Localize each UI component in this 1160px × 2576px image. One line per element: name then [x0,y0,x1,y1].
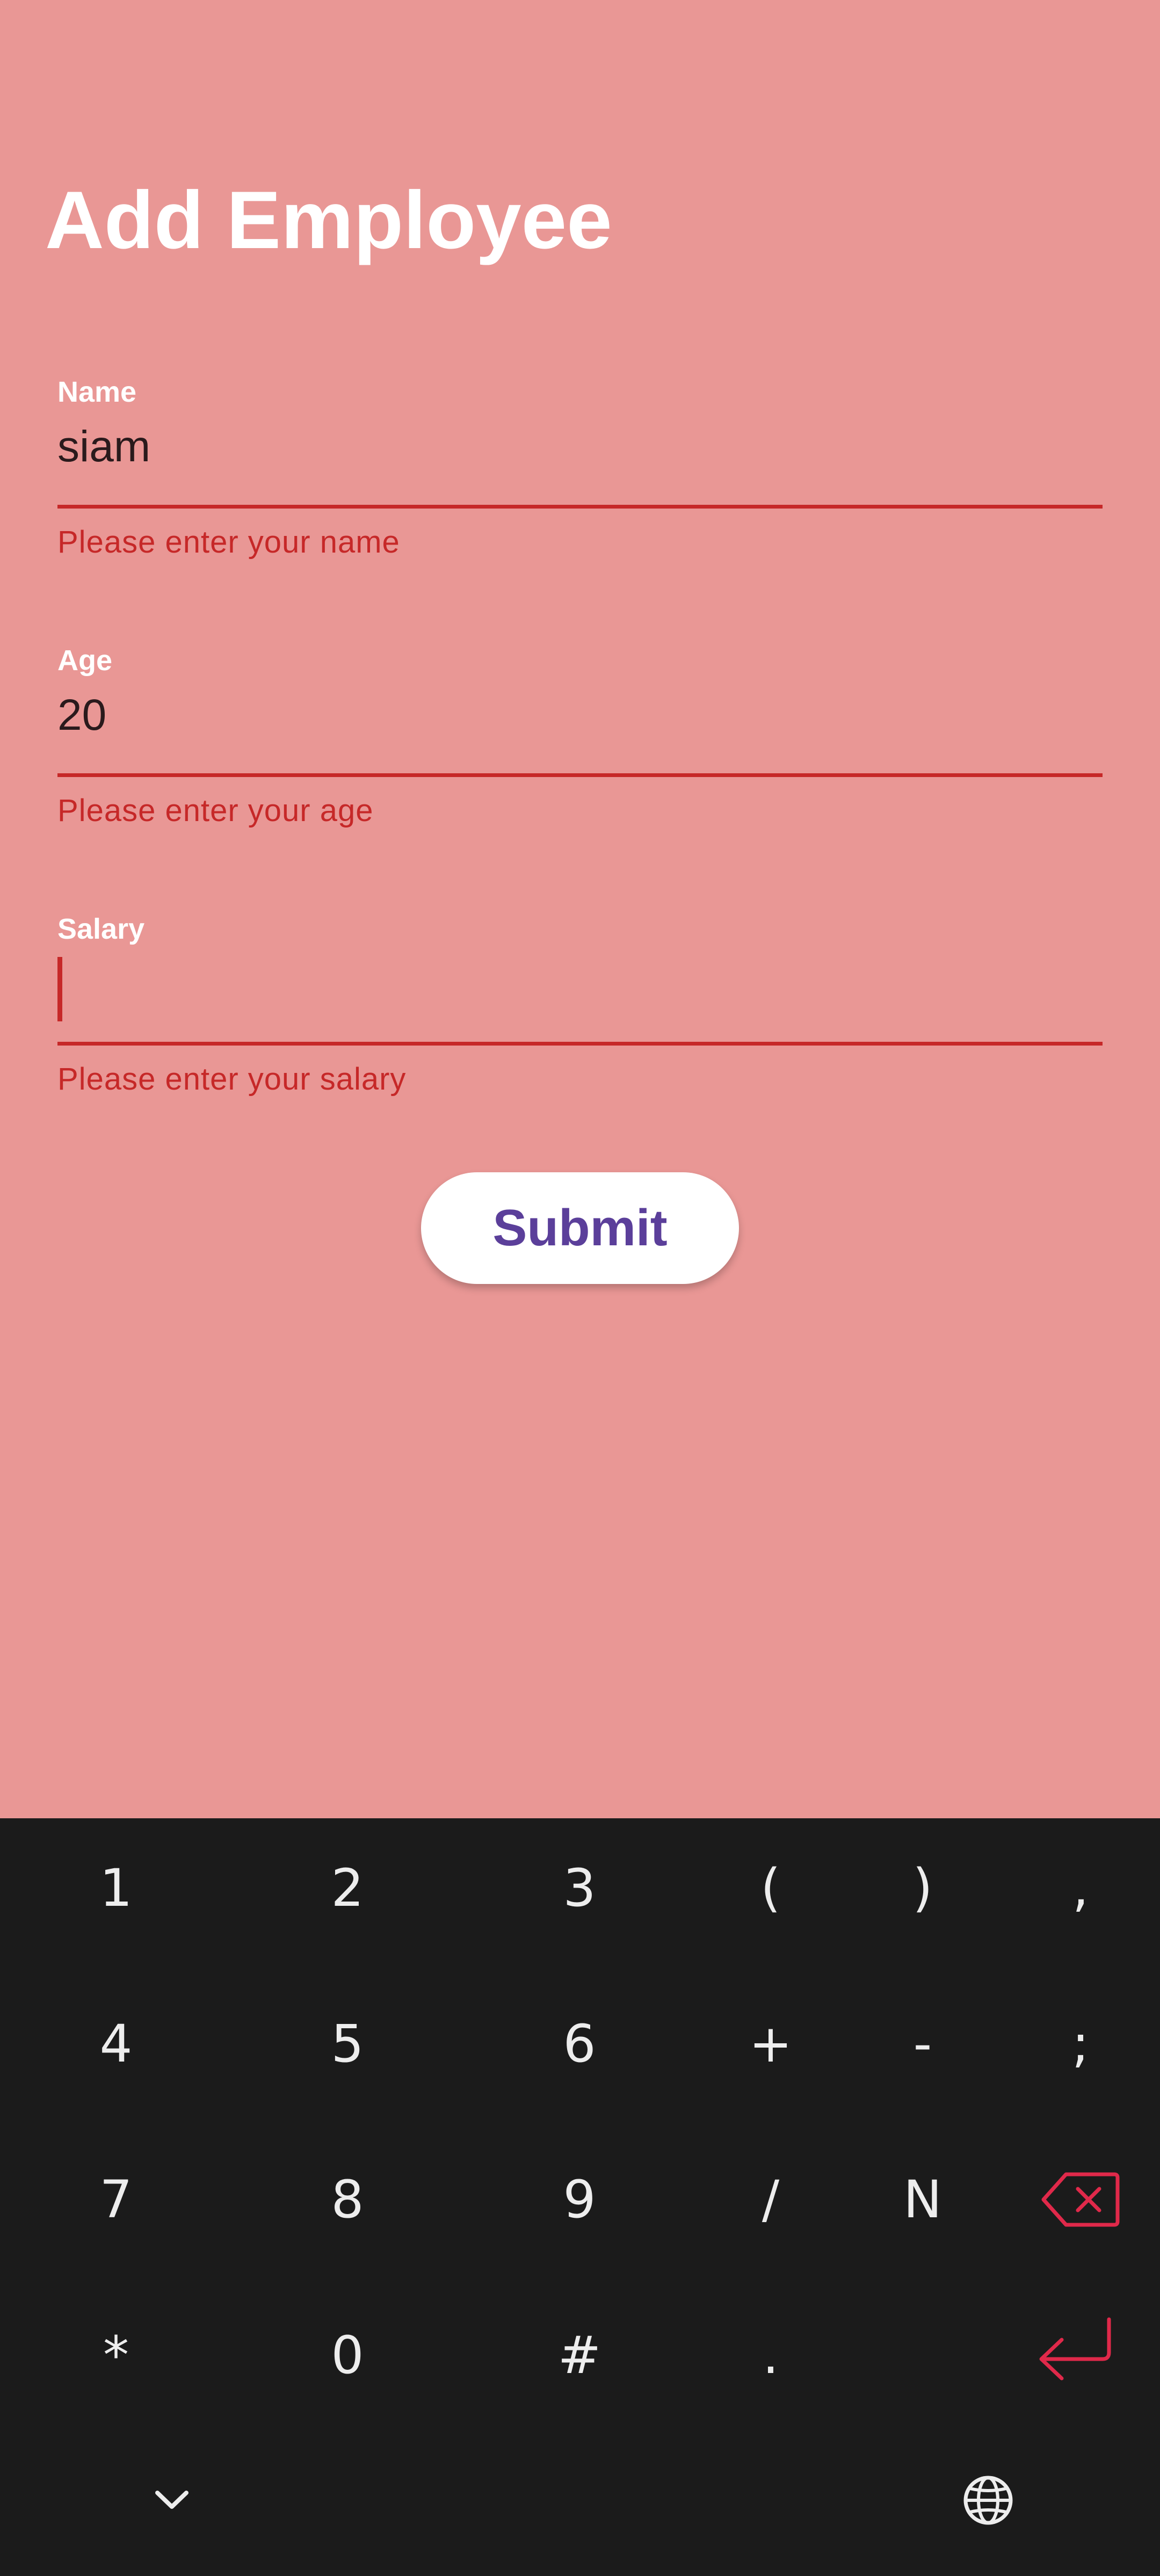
globe-icon [963,2476,1013,2525]
text-cursor [57,957,62,1021]
age-field[interactable]: Age 20 Please enter your age [57,644,1103,838]
page-title: Add Employee [45,175,612,266]
key-asterisk[interactable]: * [46,2285,186,2425]
key-6[interactable]: 6 [510,1974,649,2114]
enter-key[interactable] [1005,2280,1145,2420]
key-3[interactable]: 3 [510,1818,649,1958]
key-4[interactable]: 4 [46,1974,186,2114]
key-comma[interactable]: , [1011,1818,1150,1958]
age-input[interactable]: 20 [57,688,106,742]
key-period[interactable]: . [701,2285,840,2425]
salary-underline [57,1042,1103,1046]
age-error-text: Please enter your age [57,793,374,828]
key-1[interactable]: 1 [46,1818,186,1958]
key-minus[interactable]: - [853,1974,992,2114]
key-n[interactable]: N [853,2130,992,2269]
salary-error-text: Please enter your salary [57,1062,407,1097]
salary-field[interactable]: Salary Please enter your salary [57,913,1103,1106]
numeric-keyboard: 1 2 3 ( ) , 4 5 6 + - ; 7 8 9 / N * 0 # … [0,1818,1160,2576]
backspace-icon [1041,2172,1120,2227]
hide-keyboard-button[interactable] [102,2439,242,2562]
backspace-key[interactable] [1011,2130,1150,2269]
age-underline [57,773,1103,777]
key-semicolon[interactable]: ; [1011,1974,1150,2114]
key-open-paren[interactable]: ( [701,1818,840,1958]
name-error-text: Please enter your name [57,525,400,560]
name-field-label: Name [57,376,137,408]
name-input[interactable]: siam [57,420,150,474]
key-8[interactable]: 8 [278,2130,417,2269]
key-2[interactable]: 2 [278,1818,417,1958]
key-close-paren[interactable]: ) [853,1818,992,1958]
enter-icon [1039,2317,1111,2381]
key-0[interactable]: 0 [278,2285,417,2425]
chevron-down-icon [155,2491,189,2509]
key-7[interactable]: 7 [46,2130,186,2269]
key-5[interactable]: 5 [278,1974,417,2114]
submit-button[interactable]: Submit [421,1172,739,1284]
age-field-label: Age [57,644,113,677]
key-plus[interactable]: + [701,1974,840,2114]
name-field[interactable]: Name siam Please enter your name [57,376,1103,569]
salary-field-label: Salary [57,913,145,945]
add-employee-screen: Add Employee Name siam Please enter your… [0,0,1160,1818]
name-underline [57,505,1103,509]
key-hash[interactable]: # [510,2285,649,2425]
key-9[interactable]: 9 [510,2130,649,2269]
key-slash[interactable]: / [701,2130,840,2269]
language-button[interactable] [918,2439,1058,2562]
